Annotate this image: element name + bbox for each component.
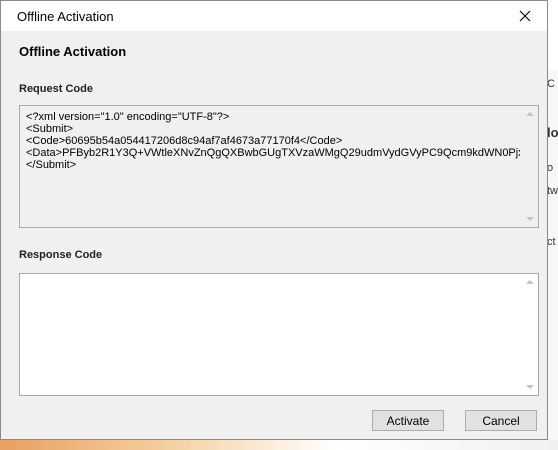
background-text-fragment: lo — [547, 125, 558, 140]
window-title: Offline Activation — [17, 9, 114, 24]
scroll-up-arrow-icon[interactable] — [526, 280, 534, 284]
dialog-heading: Offline Activation — [19, 44, 127, 59]
scroll-down-arrow-icon[interactable] — [526, 217, 534, 221]
request-code-text: <?xml version="1.0" encoding="UTF-8"?> <… — [26, 111, 520, 171]
scroll-down-arrow-icon[interactable] — [526, 385, 534, 389]
background-text-fragment: C — [547, 78, 555, 90]
background-text-fragment: ct — [547, 236, 556, 248]
response-code-scrollbar[interactable] — [522, 274, 538, 395]
background-text-fragment: tw — [547, 185, 558, 197]
cancel-button[interactable]: Cancel — [465, 410, 537, 431]
offline-activation-dialog: Offline Activation Offline Activation Re… — [0, 0, 548, 440]
background-app-bottom — [0, 440, 558, 450]
scroll-up-arrow-icon[interactable] — [526, 112, 534, 116]
response-code-textbox[interactable] — [19, 273, 539, 396]
request-code-label: Request Code — [19, 83, 93, 95]
activate-button[interactable]: Activate — [372, 410, 444, 431]
response-code-label: Response Code — [19, 249, 103, 261]
close-icon — [519, 10, 531, 22]
request-code-scrollbar[interactable] — [522, 106, 538, 227]
title-bar[interactable]: Offline Activation — [1, 1, 547, 31]
close-button[interactable] — [503, 1, 547, 31]
request-code-textbox[interactable]: <?xml version="1.0" encoding="UTF-8"?> <… — [19, 105, 539, 228]
